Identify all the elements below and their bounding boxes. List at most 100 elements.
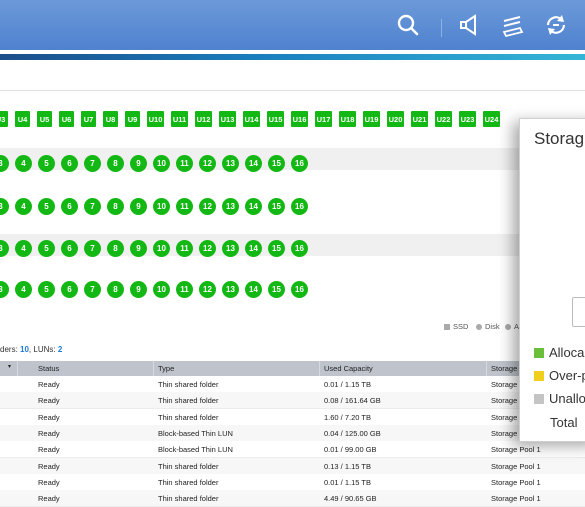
disk-slot[interactable]: 11 — [176, 154, 193, 172]
disk-slot[interactable]: 4 — [15, 197, 32, 215]
disk-slot[interactable]: 4 — [15, 154, 32, 172]
disk-slot[interactable]: 3 — [0, 154, 9, 172]
disk-slot[interactable]: 12 — [199, 154, 216, 172]
lun-count[interactable]: 2 — [58, 345, 62, 354]
disk-slot[interactable]: 11 — [176, 280, 193, 298]
disk-slot[interactable]: 14 — [245, 280, 262, 298]
tray-slot[interactable]: U10 — [147, 111, 164, 127]
disk-slot[interactable]: 13 — [222, 197, 239, 215]
disk-slot[interactable]: 6 — [61, 197, 78, 215]
tray-slot[interactable]: U19 — [363, 111, 380, 127]
disk-slot[interactable]: 8 — [107, 154, 124, 172]
disk-slot[interactable]: 3 — [0, 197, 9, 215]
disk-slot[interactable]: 5 — [38, 239, 55, 257]
col-storage[interactable]: Storage — [491, 364, 517, 373]
table-row[interactable]: Ready Block-based Thin LUN 0.01 / 99.00 GB… — [0, 441, 585, 459]
tray-slot[interactable]: U12 — [195, 111, 212, 127]
disk-slot[interactable]: 9 — [130, 154, 147, 172]
tray-slot[interactable]: U5 — [37, 111, 52, 127]
tray-slot[interactable]: U17 — [315, 111, 332, 127]
disk-slot[interactable]: 8 — [107, 280, 124, 298]
disk-slot[interactable]: 16 — [291, 197, 308, 215]
disk-slot[interactable]: 15 — [268, 197, 285, 215]
tray-slot[interactable]: U18 — [339, 111, 356, 127]
tray-slot[interactable]: U8 — [103, 111, 118, 127]
disk-slot[interactable]: 14 — [245, 154, 262, 172]
disk-slot[interactable]: 3 — [0, 239, 9, 257]
disk-slot[interactable]: 9 — [130, 280, 147, 298]
disk-slot[interactable]: 9 — [130, 197, 147, 215]
tray-slot[interactable]: U3 — [0, 111, 8, 127]
disk-row: 3 4 5 6 7 8 9 10 11 12 13 14 15 16 — [0, 237, 314, 259]
disk-slot[interactable]: 4 — [15, 280, 32, 298]
table-row[interactable]: Ready Thin shared folder 1.60 / 7.20 TB Sto… — [0, 408, 585, 426]
disk-slot[interactable]: 7 — [84, 280, 101, 298]
disk-slot[interactable]: 11 — [176, 239, 193, 257]
disk-slot[interactable]: 15 — [268, 280, 285, 298]
tray-slot[interactable]: U9 — [125, 111, 140, 127]
disk-slot[interactable]: 13 — [222, 239, 239, 257]
disk-slot[interactable]: 7 — [84, 197, 101, 215]
col-used-capacity[interactable]: Used Capacity — [324, 364, 373, 373]
megaphone-icon[interactable] — [457, 12, 483, 38]
tray-slot[interactable]: U6 — [59, 111, 74, 127]
table-row[interactable]: Ready Thin shared folder 0.08 / 161.64 GB S… — [0, 392, 585, 410]
disk-slot[interactable]: 12 — [199, 280, 216, 298]
col-type[interactable]: Type — [158, 364, 174, 373]
table-row[interactable]: Ready Thin shared folder 0.01 / 1.15 TB Sto… — [0, 473, 585, 491]
disk-slot[interactable]: 10 — [153, 280, 170, 298]
disk-slot[interactable]: 12 — [199, 197, 216, 215]
folder-count[interactable]: 10 — [20, 345, 29, 354]
disk-slot[interactable]: 6 — [61, 154, 78, 172]
disk-slot[interactable]: 4 — [15, 239, 32, 257]
disk-slot[interactable]: 10 — [153, 239, 170, 257]
table-row[interactable]: Ready Block-based Thin LUN 0.04 / 125.00 G… — [0, 424, 585, 442]
panel-input-box[interactable] — [572, 297, 585, 327]
tray-slot[interactable]: U16 — [291, 111, 308, 127]
disk-slot[interactable]: 6 — [61, 239, 78, 257]
table-row[interactable]: Ready Thin shared folder 0.13 / 1.15 TB Sto… — [0, 457, 585, 475]
tray-slot[interactable]: U11 — [171, 111, 188, 127]
disk-slot[interactable]: 7 — [84, 239, 101, 257]
disk-slot[interactable]: 10 — [153, 154, 170, 172]
disk-slot[interactable]: 10 — [153, 197, 170, 215]
tray-slot[interactable]: U13 — [219, 111, 236, 127]
tray-slot[interactable]: U24 — [483, 111, 500, 127]
disk-slot[interactable]: 15 — [268, 239, 285, 257]
tray-slot[interactable]: U22 — [435, 111, 452, 127]
tray-slot[interactable]: U23 — [459, 111, 476, 127]
disk-slot[interactable]: 6 — [61, 280, 78, 298]
disk-slot[interactable]: 16 — [291, 239, 308, 257]
disk-slot[interactable]: 16 — [291, 154, 308, 172]
disk-slot[interactable]: 15 — [268, 154, 285, 172]
search-icon[interactable] — [395, 12, 421, 38]
disk-slot[interactable]: 13 — [222, 154, 239, 172]
panel-legend-unallocated: Unallo — [534, 391, 585, 406]
disk-slot[interactable]: 13 — [222, 280, 239, 298]
task-manager-icon[interactable] — [500, 12, 526, 38]
tray-slot[interactable]: U4 — [15, 111, 30, 127]
disk-slot[interactable]: 11 — [176, 197, 193, 215]
tray-slot[interactable]: U14 — [243, 111, 260, 127]
disk-slot[interactable]: 5 — [38, 280, 55, 298]
sync-icon[interactable] — [543, 12, 569, 38]
disk-slot[interactable]: 8 — [107, 239, 124, 257]
tray-slot[interactable]: U7 — [81, 111, 96, 127]
table-row[interactable]: Ready Thin shared folder 0.01 / 1.15 TB Sto… — [0, 376, 585, 393]
disk-slot[interactable]: 5 — [38, 154, 55, 172]
disk-slot[interactable]: 14 — [245, 239, 262, 257]
disk-slot[interactable]: 16 — [291, 280, 308, 298]
disk-slot[interactable]: 7 — [84, 154, 101, 172]
tray-slot[interactable]: U21 — [411, 111, 428, 127]
disk-slot[interactable]: 14 — [245, 197, 262, 215]
disk-slot[interactable]: 8 — [107, 197, 124, 215]
table-row[interactable]: Ready Thin shared folder 4.49 / 90.65 GB St… — [0, 490, 585, 507]
col-status[interactable]: Status — [38, 364, 59, 373]
disk-slot[interactable]: 3 — [0, 280, 9, 298]
tray-slot[interactable]: U20 — [387, 111, 404, 127]
disk-slot[interactable]: 9 — [130, 239, 147, 257]
sort-arrow-icon[interactable]: ▾ — [8, 363, 11, 370]
disk-slot[interactable]: 5 — [38, 197, 55, 215]
disk-slot[interactable]: 12 — [199, 239, 216, 257]
tray-slot[interactable]: U15 — [267, 111, 284, 127]
